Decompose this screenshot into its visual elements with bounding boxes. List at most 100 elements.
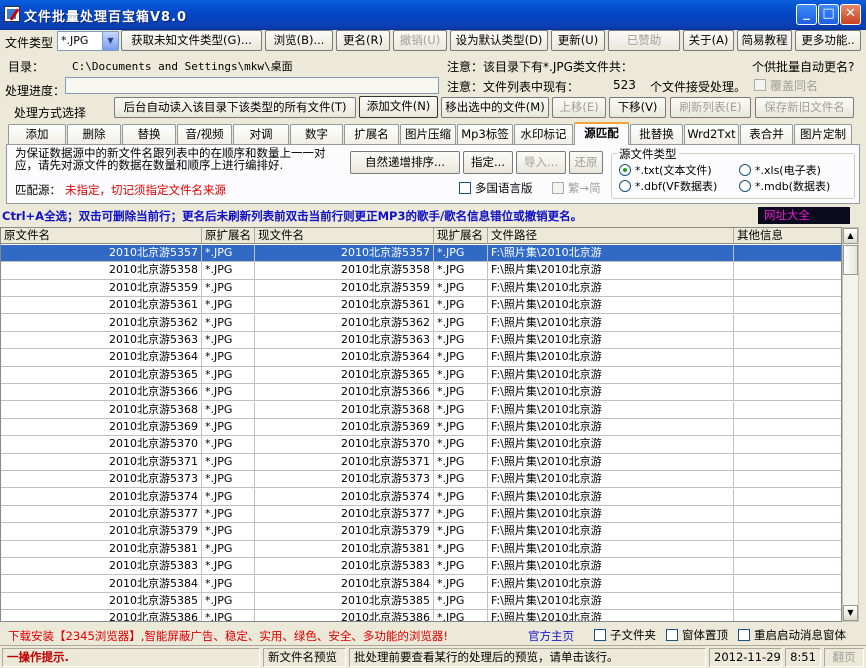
table-row[interactable]: 2010北京游5358 *.JPG 2010北京游5358 *.JPG F:\照片集\2… (1, 262, 841, 280)
tab-4[interactable]: 音/视频 (177, 124, 232, 144)
get-unknown-type-button[interactable]: 获取未知文件类型(G)... (121, 30, 262, 51)
auto-load-button[interactable]: 后台自动读入该目录下该类型的所有文件(T) (114, 97, 356, 118)
table-row[interactable]: 2010北京游5386 *.JPG 2010北京游5386 *.JPG F:\照片集\2… (1, 610, 841, 621)
web-directory-link[interactable]: 网址大全 (758, 207, 850, 224)
ad-link[interactable]: 下载安装【2345浏览器】,智能屏蔽广告、稳定、实用、绿色、安全、多功能的浏览器… (8, 628, 448, 644)
tab-12[interactable]: 批替换 (630, 124, 683, 144)
close-button[interactable]: ✕ (840, 4, 861, 25)
tab-10[interactable]: 水印标记 (514, 124, 573, 144)
trad-simp-checkbox[interactable] (552, 182, 564, 194)
table-row[interactable]: 2010北京游5357 *.JPG 2010北京游5357 *.JPG F:\照片集\2… (1, 245, 841, 263)
table-row[interactable]: 2010北京游5359 *.JPG 2010北京游5359 *.JPG F:\照片集\2… (1, 279, 841, 298)
tab-9[interactable]: Mp3标签 (457, 124, 513, 144)
table-row[interactable]: 2010北京游5373 *.JPG 2010北京游5373 *.JPG F:\照片集\2… (1, 471, 841, 489)
add-files-button[interactable]: 添加文件(N) (359, 96, 438, 118)
scroll-down-icon[interactable]: ▼ (843, 605, 858, 621)
on-top-checkbox[interactable] (666, 629, 678, 641)
table-row[interactable]: 2010北京游5366 *.JPG 2010北京游5366 *.JPG F:\照片集\2… (1, 384, 841, 402)
tab-2[interactable]: 删除 (67, 124, 121, 144)
table-row[interactable]: 2010北京游5368 *.JPG 2010北京游5368 *.JPG F:\照片集\2… (1, 401, 841, 419)
table-cell (734, 280, 841, 297)
table-row[interactable]: 2010北京游5379 *.JPG 2010北京游5379 *.JPG F:\照片集\2… (1, 523, 841, 541)
radio-mdb[interactable] (739, 180, 751, 192)
restore-button[interactable]: 还原 (569, 151, 603, 174)
dir-value: C:\Documents and Settings\mkw\桌面 (72, 60, 293, 73)
table-cell: 2010北京游5359 (255, 279, 434, 297)
save-names-button[interactable]: 保存新旧文件名 (755, 97, 854, 118)
table-cell (734, 454, 841, 471)
table-row[interactable]: 2010北京游5381 *.JPG 2010北京游5381 *.JPG F:\照片集\2… (1, 540, 841, 559)
tab-1[interactable]: 添加 (8, 124, 66, 144)
multi-language-checkbox[interactable] (459, 182, 471, 194)
chevron-down-icon[interactable]: ▼ (102, 32, 118, 50)
table-cell: *.JPG (434, 610, 488, 621)
move-down-button[interactable]: 下移(V) (609, 97, 666, 118)
table-cell: *.JPG (202, 279, 255, 297)
table-cell (734, 610, 841, 621)
overwrite-checkbox[interactable] (754, 79, 766, 91)
table-row[interactable]: 2010北京游5383 *.JPG 2010北京游5383 *.JPG F:\照片集\2… (1, 558, 841, 576)
radio-txt[interactable] (619, 164, 631, 176)
refresh-list-button[interactable]: 刷新列表(E) (670, 97, 751, 118)
homepage-link[interactable]: 官方主页 (528, 628, 574, 644)
table-cell (734, 506, 841, 523)
tab-14[interactable]: 表合并 (740, 124, 793, 144)
table-row[interactable]: 2010北京游5371 *.JPG 2010北京游5371 *.JPG F:\照片集\2… (1, 453, 841, 472)
tab-7[interactable]: 扩展名 (344, 124, 399, 144)
column-header-3[interactable]: 现文件名 (255, 228, 434, 244)
file-list-grid[interactable]: 原文件名 原扩展名 现文件名 现扩展名 文件路径 其他信息 2010北京游5357 *.JP… (0, 227, 842, 622)
restart-msg-checkbox[interactable] (738, 629, 750, 641)
browse-button[interactable]: 浏览(B)... (265, 30, 333, 51)
tab-13[interactable]: Wrd2Txt (684, 124, 739, 144)
table-row[interactable]: 2010北京游5362 *.JPG 2010北京游5362 *.JPG F:\照片集\2… (1, 314, 841, 332)
remove-selected-button[interactable]: 移出选中的文件(M) (441, 97, 549, 118)
radio-dbf[interactable] (619, 180, 631, 192)
table-row[interactable]: 2010北京游5384 *.JPG 2010北京游5384 *.JPG F:\照片集\2… (1, 575, 841, 593)
tutorial-button[interactable]: 简易教程 (737, 30, 792, 51)
about-button[interactable]: 关于(A) (683, 30, 734, 51)
tab-5[interactable]: 对调 (233, 124, 289, 144)
set-default-type-button[interactable]: 设为默认类型(D) (450, 30, 548, 51)
title-bar[interactable]: 文件批量处理百宝箱V8.0 _ □ ✕ (0, 0, 866, 30)
table-row[interactable]: 2010北京游5363 *.JPG 2010北京游5363 *.JPG F:\照片集\2… (1, 332, 841, 350)
tab-3[interactable]: 替换 (122, 124, 176, 144)
table-cell: 2010北京游5373 (255, 471, 434, 489)
tab-8[interactable]: 图片压缩 (400, 124, 456, 144)
update-button[interactable]: 更新(U) (551, 30, 605, 51)
page-button[interactable]: 翻页 (824, 648, 864, 667)
minimize-button[interactable]: _ (796, 4, 817, 25)
undo-button[interactable]: 撤销(U) (393, 30, 447, 51)
natural-sort-button[interactable]: 自然递增排序... (350, 151, 460, 174)
table-cell: *.JPG (202, 575, 255, 593)
table-row[interactable]: 2010北京游5365 *.JPG 2010北京游5365 *.JPG F:\照片集\2… (1, 366, 841, 385)
move-up-button[interactable]: 上移(E) (552, 97, 606, 118)
table-row[interactable]: 2010北京游5369 *.JPG 2010北京游5369 *.JPG F:\照片集\2… (1, 419, 841, 437)
table-row[interactable]: 2010北京游5361 *.JPG 2010北京游5361 *.JPG F:\照片集\2… (1, 297, 841, 315)
table-row[interactable]: 2010北京游5385 *.JPG 2010北京游5385 *.JPG F:\照片集\2… (1, 593, 841, 611)
scroll-thumb[interactable] (843, 245, 858, 275)
tab-6[interactable]: 数字 (290, 124, 343, 144)
scroll-up-icon[interactable]: ▲ (843, 228, 858, 244)
column-header-2[interactable]: 原扩展名 (202, 228, 255, 244)
column-header-5[interactable]: 文件路径 (488, 228, 734, 244)
tab-15[interactable]: 图片定制 (794, 124, 852, 144)
subfolder-checkbox[interactable] (594, 629, 606, 641)
table-row[interactable]: 2010北京游5370 *.JPG 2010北京游5370 *.JPG F:\照片集\2… (1, 436, 841, 454)
specify-button[interactable]: 指定... (463, 151, 513, 174)
rename-button[interactable]: 更名(R) (336, 30, 390, 51)
column-header-1[interactable]: 原文件名 (1, 228, 202, 244)
table-row[interactable]: 2010北京游5374 *.JPG 2010北京游5374 *.JPG F:\照片集\2… (1, 488, 841, 506)
more-features-button[interactable]: 更多功能.. (795, 30, 861, 51)
maximize-button[interactable]: □ (818, 4, 839, 25)
radio-xls[interactable] (739, 164, 751, 176)
column-header-6[interactable]: 其他信息 (734, 228, 841, 244)
column-header-4[interactable]: 现扩展名 (434, 228, 488, 244)
table-cell: *.JPG (434, 540, 488, 558)
import-button[interactable]: 导入... (516, 151, 566, 174)
vertical-scrollbar[interactable]: ▲ ▼ (842, 227, 859, 622)
file-type-select[interactable]: *.JPG ▼ (57, 31, 119, 51)
tab-11[interactable]: 源匹配 (574, 122, 629, 145)
table-row[interactable]: 2010北京游5364 *.JPG 2010北京游5364 *.JPG F:\照片集\2… (1, 349, 841, 367)
sponsored-button[interactable]: 已赞助 (608, 30, 680, 51)
table-row[interactable]: 2010北京游5377 *.JPG 2010北京游5377 *.JPG F:\照片集\2… (1, 506, 841, 524)
